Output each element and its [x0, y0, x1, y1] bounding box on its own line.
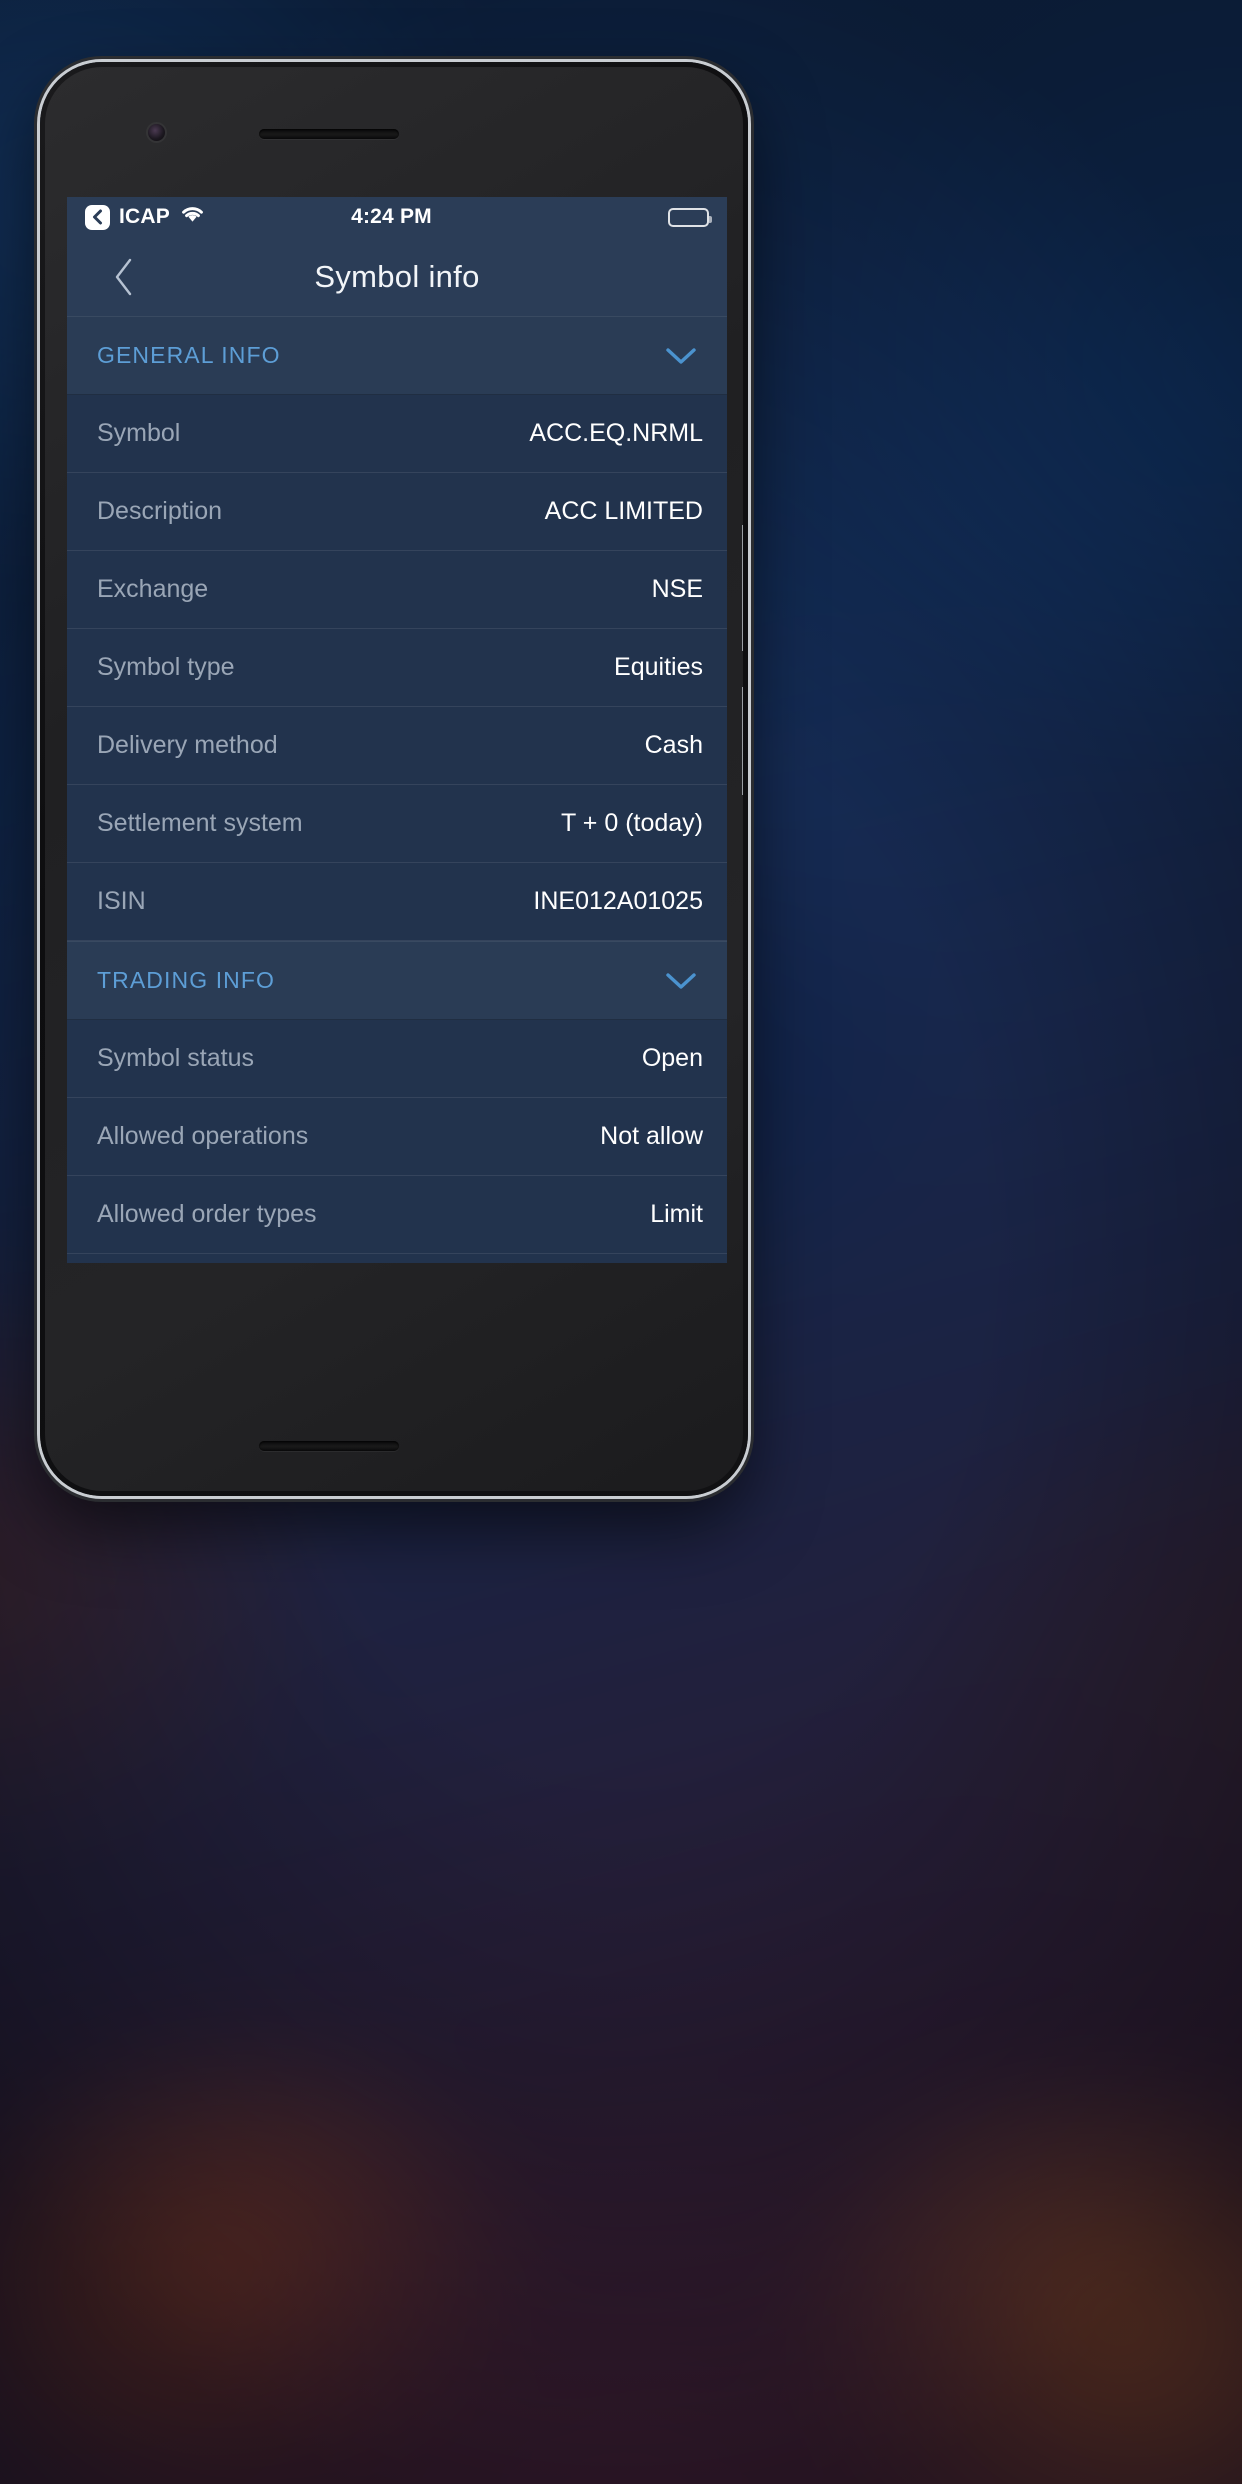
row-value: T + 0 (today)	[561, 809, 703, 837]
section-header-general-info[interactable]: GENERAL INFO	[67, 316, 727, 395]
symbol-info-list[interactable]: GENERAL INFO Symbol ACC.EQ.NRML Descript…	[67, 316, 727, 1263]
row-label: Allowed operations	[97, 1122, 309, 1150]
bottom-speaker	[259, 1441, 399, 1451]
status-bar-right	[577, 207, 712, 227]
table-row[interactable]: ISIN INE012A01025	[67, 863, 727, 941]
row-label: Allowed order types	[97, 1200, 317, 1228]
section-title: TRADING INFO	[97, 967, 276, 993]
row-label: Settlement system	[97, 809, 303, 837]
table-row[interactable]: Settlement system T + 0 (today)	[67, 785, 727, 863]
status-bar-carrier: ICAP	[119, 205, 170, 228]
row-label: Description	[97, 497, 223, 525]
row-value: INE012A01025	[533, 887, 703, 915]
table-row[interactable]: Product type Intraday/Delivery	[67, 1254, 727, 1263]
table-row[interactable]: Allowed order types Limit	[67, 1176, 727, 1254]
chevron-down-icon[interactable]	[663, 338, 699, 374]
back-chevron-icon[interactable]	[85, 204, 110, 230]
volume-button[interactable]	[742, 525, 743, 651]
table-row[interactable]: Symbol type Equities	[67, 629, 727, 707]
row-value: ACC LIMITED	[544, 497, 703, 525]
row-value: ACC.EQ.NRML	[529, 419, 703, 447]
row-value: Open	[641, 1044, 703, 1072]
section-header-trading-info[interactable]: TRADING INFO	[67, 941, 727, 1020]
status-bar-time: 4:24 PM	[351, 205, 432, 228]
wifi-icon	[179, 204, 206, 230]
navigation-bar: Symbol info	[67, 237, 727, 316]
page-title: Symbol info	[314, 258, 480, 294]
phone-screen: ICAP 4:24 PM Symbol info GENERAL INFO Sy…	[67, 197, 727, 1263]
table-row[interactable]: Description ACC LIMITED	[67, 473, 727, 551]
table-row[interactable]: Symbol status Open	[67, 1020, 727, 1098]
row-label: Symbol status	[97, 1044, 255, 1072]
row-value: Not allow	[600, 1122, 703, 1150]
row-label: Symbol type	[97, 653, 235, 681]
row-value: NSE	[651, 575, 703, 603]
earpiece-speaker	[259, 129, 399, 139]
table-row[interactable]: Delivery method Cash	[67, 707, 727, 785]
status-bar: ICAP 4:24 PM	[67, 197, 727, 237]
section-title: GENERAL INFO	[97, 342, 281, 368]
table-row[interactable]: Symbol ACC.EQ.NRML	[67, 395, 727, 473]
chevron-down-icon[interactable]	[663, 963, 699, 999]
row-value: Cash	[644, 731, 703, 759]
battery-full-icon	[668, 207, 712, 227]
table-row[interactable]: Exchange NSE	[67, 551, 727, 629]
phone-device: ICAP 4:24 PM Symbol info GENERAL INFO Sy…	[40, 62, 748, 1496]
chevron-left-icon[interactable]	[107, 257, 141, 297]
row-label: Symbol	[97, 419, 181, 447]
row-label: Delivery method	[97, 731, 278, 759]
table-row[interactable]: Allowed operations Not allow	[67, 1098, 727, 1176]
row-label: Exchange	[97, 575, 209, 603]
front-camera-icon	[148, 124, 165, 141]
row-label: ISIN	[97, 887, 146, 915]
phone-body: ICAP 4:24 PM Symbol info GENERAL INFO Sy…	[45, 67, 743, 1491]
row-value: Equities	[614, 653, 703, 681]
status-bar-left: ICAP	[85, 204, 206, 230]
row-value: Limit	[650, 1200, 703, 1228]
power-button[interactable]	[742, 687, 743, 795]
